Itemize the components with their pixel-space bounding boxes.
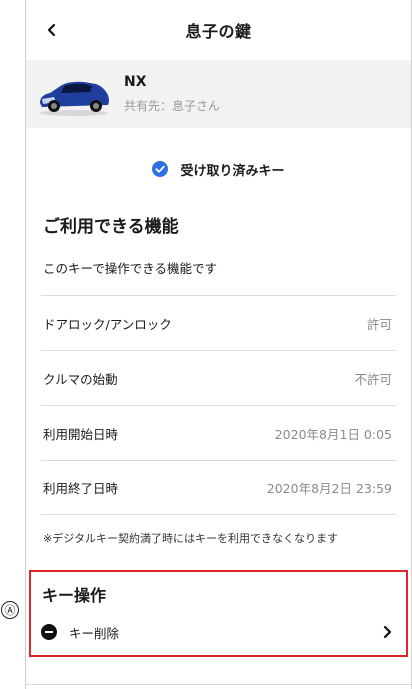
feature-label: クルマの始動 — [43, 371, 118, 387]
feature-row-door-lock: ドアロック/アンロック 許可 — [41, 295, 396, 350]
feature-row-engine-start: クルマの始動 不許可 — [41, 350, 396, 405]
bottom-divider — [26, 684, 411, 685]
feature-label: 利用終了日時 — [43, 481, 119, 496]
page-title: 息子の鍵 — [185, 22, 252, 41]
feature-value: 2020年8月2日 23:59 — [266, 481, 392, 496]
delete-key-button[interactable]: キー削除 — [41, 619, 394, 645]
features-title: ご利用できる機能 — [43, 217, 179, 237]
check-circle-icon — [152, 161, 169, 177]
callout-marker-a: Ⓐ — [1, 601, 19, 619]
received-key-status: 受け取り済みキー — [26, 158, 411, 180]
features-description: このキーで操作できる機能です — [43, 261, 218, 276]
car-shared-with: 共有先：息子さん — [124, 99, 221, 113]
feature-label: 利用開始日時 — [43, 426, 119, 442]
feature-label: ドアロック/アンロック — [43, 316, 172, 332]
car-image — [40, 81, 109, 116]
car-name: NX — [124, 74, 147, 90]
key-operation-section: キー操作 キー削除 — [29, 570, 408, 657]
callout-letter: Ⓐ — [4, 603, 16, 617]
feature-value: 不許可 — [354, 371, 392, 387]
chevron-left-icon — [47, 23, 56, 37]
car-panel: NX 共有先：息子さん — [26, 60, 411, 128]
header: 息子の鍵 — [26, 0, 411, 60]
back-button[interactable] — [40, 18, 64, 42]
feature-row-end-time: 利用終了日時 2020年8月2日 23:59 — [41, 460, 396, 515]
feature-value: 許可 — [366, 316, 392, 332]
delete-key-label: キー削除 — [69, 625, 120, 641]
minus-circle-icon — [41, 624, 57, 640]
key-operation-title: キー操作 — [42, 586, 107, 605]
chevron-right-icon — [383, 625, 392, 639]
car-info: NX 共有先：息子さん — [124, 74, 220, 114]
received-key-label: 受け取り済みキー — [180, 163, 285, 179]
contract-note: ※デジタルキー契約満了時にはキーを利用できなくなります — [43, 532, 338, 545]
feature-row-start-time: 利用開始日時 2020年8月1日 0:05 — [41, 405, 396, 460]
features-list: ドアロック/アンロック 許可 クルマの始動 不許可 利用開始日時 2020年8月… — [41, 295, 396, 515]
feature-value: 2020年8月1日 0:05 — [274, 426, 392, 442]
